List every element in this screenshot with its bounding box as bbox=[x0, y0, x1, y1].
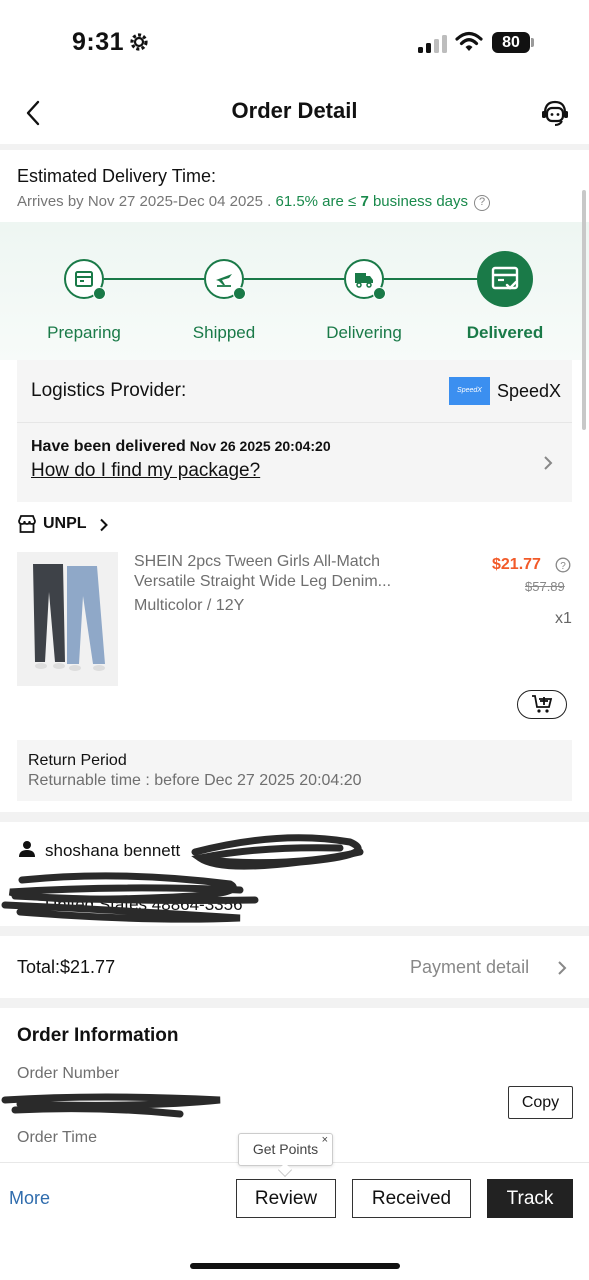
store-name[interactable]: UNPL bbox=[43, 515, 87, 533]
cart-plus-icon bbox=[532, 695, 553, 713]
tracker-line bbox=[104, 278, 204, 280]
check-icon bbox=[93, 287, 106, 300]
copy-button[interactable]: Copy bbox=[508, 1086, 573, 1119]
delivered-box-icon bbox=[491, 266, 519, 290]
logistics-box: Logistics Provider: SpeedX SpeedX Have b… bbox=[17, 360, 572, 502]
chevron-right-icon bbox=[100, 518, 108, 532]
battery-icon: 80 bbox=[492, 32, 530, 53]
delivering-step-icon bbox=[344, 259, 386, 300]
more-link[interactable]: More bbox=[9, 1188, 50, 1209]
help-icon[interactable]: ? bbox=[555, 557, 571, 573]
speedx-logo: SpeedX bbox=[449, 377, 490, 405]
on-time-percent: 61.5% are ≤ bbox=[275, 193, 357, 210]
step-label-delivering: Delivering bbox=[326, 323, 402, 342]
order-information-title: Order Information bbox=[17, 1025, 179, 1046]
product-price: $21.77 bbox=[492, 556, 541, 573]
return-period-title: Return Period bbox=[28, 752, 127, 769]
scrollbar[interactable] bbox=[582, 190, 586, 430]
product-variant: Multicolor / 12Y bbox=[134, 597, 245, 614]
tracker-line bbox=[244, 278, 344, 280]
product-quantity: x1 bbox=[555, 610, 572, 627]
section-divider bbox=[0, 144, 589, 150]
delivery-status: Have been delivered Nov 26 2025 20:04:20 bbox=[31, 438, 331, 456]
logistics-provider-name: SpeedX bbox=[497, 381, 562, 401]
payment-detail-link[interactable]: Payment detail bbox=[410, 957, 529, 978]
status-bar: 9:31 80 bbox=[0, 0, 589, 80]
step-label-preparing: Preparing bbox=[47, 323, 121, 342]
status-time: 9:31 bbox=[72, 28, 125, 56]
delivery-status-text: Have been delivered bbox=[31, 438, 186, 455]
nav-header: Order Detail bbox=[0, 86, 589, 142]
shipped-step-icon bbox=[204, 259, 246, 300]
section-divider bbox=[0, 926, 589, 936]
check-icon bbox=[233, 287, 246, 300]
product-image[interactable] bbox=[17, 552, 118, 686]
order-time-label: Order Time bbox=[17, 1129, 98, 1146]
review-button[interactable]: Review bbox=[236, 1179, 336, 1218]
add-to-cart-button[interactable] bbox=[517, 690, 567, 719]
delivered-step-icon bbox=[477, 251, 533, 307]
divider bbox=[17, 422, 572, 423]
address-line: United States 48864-3356 bbox=[45, 895, 243, 914]
delivery-estimate-line: Arrives by Nov 27 2025-Dec 04 2025 . 61.… bbox=[17, 193, 491, 211]
person-icon bbox=[19, 841, 35, 857]
business-days-count: 7 bbox=[360, 193, 369, 210]
product-title[interactable]: SHEIN 2pcs Tween Girls All-Match Versati… bbox=[134, 552, 444, 592]
original-price: $57.89 bbox=[525, 579, 565, 594]
store-icon bbox=[18, 515, 36, 533]
gear-icon bbox=[130, 33, 148, 51]
svg-text:?: ? bbox=[560, 561, 566, 572]
battery-cap bbox=[531, 38, 534, 47]
tracker-line bbox=[384, 278, 478, 280]
track-button[interactable]: Track bbox=[487, 1179, 573, 1218]
tooltip-text: Get Points bbox=[252, 1141, 319, 1157]
airplane-icon bbox=[216, 274, 232, 287]
section-divider bbox=[0, 812, 589, 822]
check-icon bbox=[373, 287, 386, 300]
section-divider bbox=[0, 998, 589, 1008]
home-indicator[interactable] bbox=[190, 1263, 400, 1269]
arrival-range: Arrives by Nov 27 2025-Dec 04 2025 . bbox=[17, 193, 272, 210]
package-icon bbox=[75, 271, 93, 287]
truck-icon bbox=[355, 273, 373, 288]
close-icon[interactable]: × bbox=[322, 1125, 328, 1156]
jeans-image bbox=[17, 552, 118, 686]
preparing-step-icon bbox=[64, 259, 106, 300]
step-label-delivered: Delivered bbox=[466, 323, 544, 342]
return-period-time: Returnable time : before Dec 27 2025 20:… bbox=[28, 772, 362, 789]
on-time-stat: 61.5% are ≤ 7 business days bbox=[275, 193, 468, 210]
order-total: Total:$21.77 bbox=[17, 957, 116, 977]
get-points-tooltip[interactable]: Get Points × bbox=[238, 1133, 333, 1178]
cellular-signal-icon bbox=[418, 35, 448, 53]
find-package-link[interactable]: How do I find my package? bbox=[31, 460, 260, 482]
logistics-provider-label: Logistics Provider: bbox=[31, 380, 187, 401]
step-label-shipped: Shipped bbox=[192, 323, 256, 342]
order-number-label: Order Number bbox=[17, 1065, 120, 1082]
business-days-suffix: business days bbox=[372, 193, 469, 210]
received-button[interactable]: Received bbox=[352, 1179, 471, 1218]
help-icon[interactable]: ? bbox=[474, 195, 491, 211]
recipient-name: shoshana bennett bbox=[45, 841, 181, 860]
chevron-right-icon[interactable] bbox=[541, 454, 555, 472]
chevron-right-icon[interactable] bbox=[556, 960, 568, 976]
delivery-status-time: Nov 26 2025 20:04:20 bbox=[189, 438, 331, 454]
delivery-estimate-title: Estimated Delivery Time: bbox=[17, 166, 217, 186]
customer-service-icon[interactable] bbox=[540, 98, 570, 128]
page-title: Order Detail bbox=[231, 98, 358, 123]
wifi-icon bbox=[455, 31, 483, 51]
return-period-box: Return Period Returnable time : before D… bbox=[17, 740, 572, 801]
